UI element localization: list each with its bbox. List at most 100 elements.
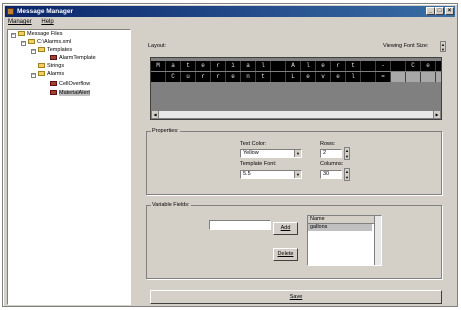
row2-cell[interactable]: L: [286, 72, 301, 82]
rows-label: Rows:: [320, 141, 336, 147]
collapse-icon[interactable]: −: [11, 33, 16, 38]
folder-icon: [38, 71, 45, 77]
layout-row-1: Material Alert - Cel: [151, 61, 441, 71]
collapse-icon[interactable]: −: [21, 41, 26, 46]
scroll-left-icon[interactable]: ◀: [152, 111, 159, 118]
chevron-down-icon[interactable]: ▼: [294, 171, 301, 178]
row1-cell[interactable]: t: [181, 61, 196, 71]
maximize-icon[interactable]: □: [435, 7, 444, 15]
row1-cell[interactable]: [271, 61, 286, 71]
folder-icon: [28, 39, 35, 45]
list-item[interactable]: gallons: [308, 224, 372, 231]
row2-cell[interactable]: =: [376, 72, 391, 82]
text-color-select[interactable]: Yellow ▼: [240, 149, 302, 158]
row2-cell[interactable]: n: [241, 72, 256, 82]
row1-cell[interactable]: l: [436, 61, 441, 71]
row2-cell[interactable]: e: [301, 72, 316, 82]
message-manager-window: Message Manager _ □ × Manager Help − Mes…: [2, 3, 458, 307]
variable-list[interactable]: Name gallons: [307, 215, 382, 266]
row1-cell[interactable]: C: [406, 61, 421, 71]
delete-button[interactable]: Delete: [273, 248, 298, 261]
alarm-icon: [50, 81, 57, 87]
row1-cell[interactable]: r: [211, 61, 226, 71]
list-vertical-scrollbar[interactable]: [374, 216, 381, 265]
alarm-icon: [50, 90, 57, 96]
row1-cell[interactable]: e: [196, 61, 211, 71]
row1-cell[interactable]: a: [166, 61, 181, 71]
close-icon[interactable]: ×: [445, 7, 454, 15]
folder-icon: [18, 31, 25, 37]
add-button[interactable]: Add: [273, 222, 298, 235]
text-color-label: Text Color:: [240, 141, 267, 147]
tree-node-material-alert[interactable]: MaterialAlert: [50, 90, 90, 97]
properties-title: Properties:: [151, 128, 180, 134]
viewing-font-label: Viewing Font Size:: [383, 43, 429, 49]
row1-cell[interactable]: i: [226, 61, 241, 71]
row1-cell[interactable]: l: [301, 61, 316, 71]
columns-input[interactable]: 30: [320, 170, 342, 179]
minimize-icon[interactable]: _: [426, 7, 435, 15]
row1-cell[interactable]: -: [376, 61, 391, 71]
columns-label: Columns:: [320, 161, 344, 167]
row2-cell[interactable]: [151, 72, 166, 82]
tree-node-alarms-xml[interactable]: C:\Alarms.xml: [28, 39, 71, 46]
row2-cell[interactable]: [421, 72, 436, 82]
template-font-select[interactable]: 5.5 ▼: [240, 170, 302, 179]
list-header[interactable]: Name: [308, 216, 381, 224]
row1-cell[interactable]: e: [316, 61, 331, 71]
columns-spinner[interactable]: ▲ ▼: [344, 168, 350, 181]
menu-manager[interactable]: Manager: [8, 19, 32, 25]
menu-bar: Manager Help: [5, 18, 59, 27]
row2-cell[interactable]: [271, 72, 286, 82]
row1-cell[interactable]: M: [151, 61, 166, 71]
template-icon: [50, 55, 57, 61]
row2-cell[interactable]: v: [316, 72, 331, 82]
variable-name-input[interactable]: [209, 220, 271, 230]
app-icon: [7, 8, 14, 15]
row1-cell[interactable]: r: [331, 61, 346, 71]
menu-help[interactable]: Help: [41, 19, 53, 25]
message-tree[interactable]: − Message Files − C:\Alarms.xml − Templa…: [7, 29, 131, 305]
tree-node-message-files[interactable]: Message Files: [18, 31, 62, 38]
row1-cell[interactable]: a: [241, 61, 256, 71]
row2-cell[interactable]: e: [226, 72, 241, 82]
template-font-label: Template Font:: [240, 161, 277, 167]
tree-node-strings[interactable]: Strings: [38, 63, 64, 70]
collapse-icon[interactable]: −: [31, 49, 36, 54]
properties-group: [146, 131, 442, 195]
tree-node-cell-overflow[interactable]: CellOverflow: [50, 81, 90, 88]
row1-cell[interactable]: A: [286, 61, 301, 71]
row2-cell[interactable]: [406, 72, 421, 82]
tree-node-templates[interactable]: Templates: [38, 47, 72, 54]
folder-icon: [38, 47, 45, 53]
row1-cell[interactable]: l: [256, 61, 271, 71]
row2-cell[interactable]: t: [256, 72, 271, 82]
collapse-icon[interactable]: −: [31, 73, 36, 78]
tree-node-alarm-template[interactable]: AlarmTemplate: [50, 55, 96, 62]
window-title: Message Manager: [17, 8, 73, 15]
scroll-right-icon[interactable]: ▶: [433, 111, 440, 118]
row2-cell[interactable]: r: [211, 72, 226, 82]
variable-fields-title: Variable Fields:: [151, 202, 191, 208]
chevron-down-icon[interactable]: ▼: [294, 150, 301, 157]
row1-cell[interactable]: e: [421, 61, 436, 71]
rows-spinner[interactable]: ▲ ▼: [344, 147, 350, 160]
row2-cell[interactable]: l: [346, 72, 361, 82]
row2-cell[interactable]: [391, 72, 406, 82]
rows-input[interactable]: 2: [320, 149, 342, 158]
row2-cell[interactable]: [436, 72, 441, 82]
font-size-spinner[interactable]: ▲ ▼: [440, 41, 446, 52]
row1-cell[interactable]: [391, 61, 406, 71]
row2-cell[interactable]: r: [196, 72, 211, 82]
save-button[interactable]: Save: [150, 290, 442, 304]
variable-fields-group: [146, 205, 442, 279]
row1-cell[interactable]: [361, 61, 376, 71]
row2-cell[interactable]: u: [181, 72, 196, 82]
tree-node-alarms[interactable]: Alarms: [38, 71, 64, 78]
layout-label: Layout:: [148, 43, 167, 49]
row2-cell[interactable]: e: [331, 72, 346, 82]
row2-cell[interactable]: [361, 72, 376, 82]
layout-horizontal-scrollbar[interactable]: ◀ ▶: [151, 110, 441, 119]
row1-cell[interactable]: t: [346, 61, 361, 71]
row2-cell[interactable]: C: [166, 72, 181, 82]
